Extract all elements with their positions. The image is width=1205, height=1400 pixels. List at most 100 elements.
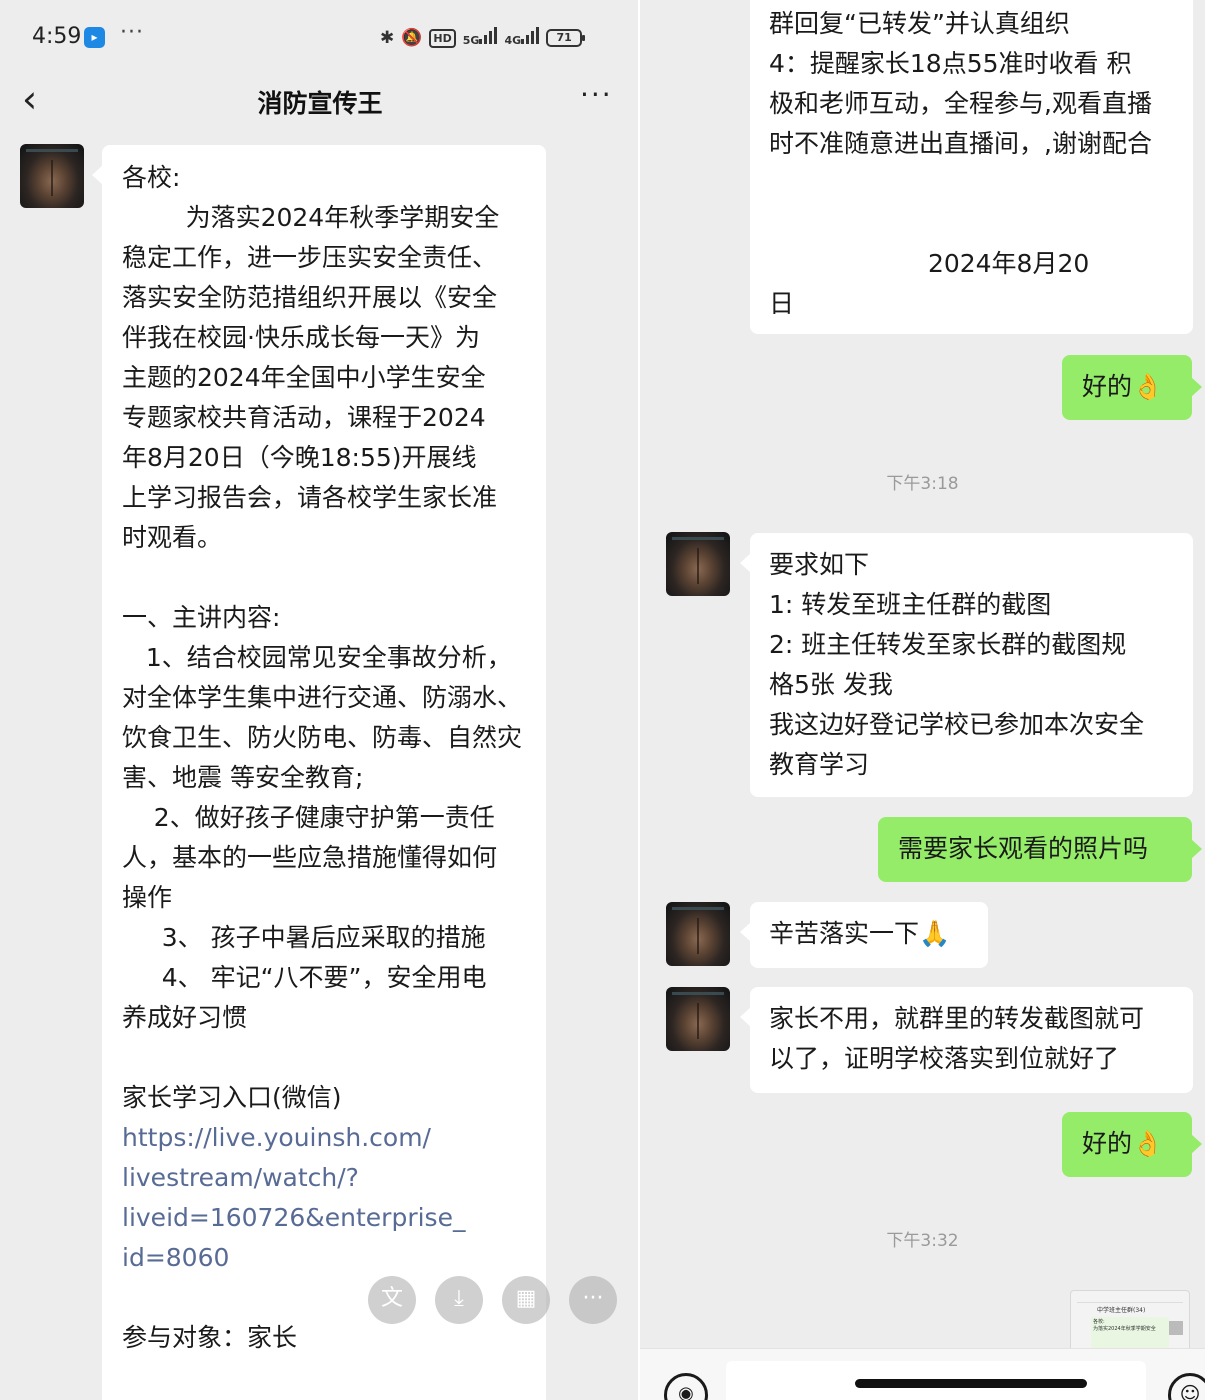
- question-bubble[interactable]: 需要家长观看的照片吗: [878, 817, 1202, 882]
- bluetooth-icon: ✱: [380, 28, 395, 48]
- requirement-line: 要求如下: [769, 550, 870, 579]
- notice-line: 日: [769, 289, 795, 318]
- notice-line: 各校:: [122, 163, 181, 192]
- notice-line: 年8月20日（今晚18:55)开展线: [122, 443, 477, 472]
- nav-bar: ‹ 消防宣传王 ···: [0, 76, 640, 126]
- notice-line: 为落实2024年秋季学期安全: [122, 203, 500, 232]
- grid-view-icon[interactable]: ▦: [502, 1276, 550, 1324]
- question-text: 需要家长观看的照片吗: [898, 834, 1149, 863]
- thumbnail-topbar: [1077, 1295, 1183, 1303]
- reply-ok-text: 好的👌: [1082, 1129, 1164, 1158]
- status-time: 4:59: [32, 24, 82, 49]
- notice-line: 4：提醒家长18点55准时收看 积: [769, 49, 1132, 78]
- notice-line: 稳定工作，进一步压实安全责任、: [122, 243, 498, 272]
- link-line[interactable]: id=8060: [122, 1238, 528, 1278]
- hd-icon: HD: [429, 28, 456, 48]
- notice-line: 1、结合校园常见安全事故分析，: [122, 643, 512, 672]
- reply-ok-text: 好的👌: [1082, 372, 1164, 401]
- link-line[interactable]: https://live.youinsh.com/: [122, 1118, 528, 1158]
- sender-avatar[interactable]: [666, 532, 730, 596]
- notice-line: 操作: [122, 883, 173, 912]
- requirements-text: 要求如下 1: 转发至班主任群的截图 2: 班主任转发至家长群的截图规 格5张 发我我…: [769, 545, 1179, 785]
- notice-line: 人，基本的一些应急措施懂得如何: [122, 843, 498, 872]
- notice-line: 群回复“已转发”并认真组织: [769, 9, 1070, 38]
- download-icon[interactable]: ⤓: [435, 1276, 483, 1324]
- requirement-line: 教育学习: [769, 750, 870, 779]
- requirement-line: 我这边好登记学校已参加本次安全: [769, 710, 1145, 739]
- 4g-label: 4G: [504, 34, 522, 47]
- right-chat-screenshot: 群回复“已转发”并认真组织 4：提醒家长18点55准时收看 积极和老师互动，全程参…: [640, 0, 1205, 1400]
- notification-dots: ···: [120, 20, 144, 45]
- requirement-line: 1: 转发至班主任群的截图: [769, 590, 1052, 619]
- thumbnail-header: 中学班主任群(34): [1097, 1307, 1146, 1314]
- notice-line: [122, 558, 528, 598]
- study-entry-link[interactable]: https://live.youinsh.com/livestream/watc…: [122, 1118, 528, 1278]
- notice-line: 时观看。: [122, 523, 223, 552]
- notice-line: 上学习报告会，请各校学生家长准: [122, 483, 498, 512]
- thumbnail-line: 各校:: [1093, 1319, 1105, 1325]
- notice-line: 极和老师互动，全程参与,观看直播: [769, 89, 1152, 118]
- home-indicator[interactable]: [855, 1379, 1087, 1388]
- requirement-line: 2: 班主任转发至家长群的截图规: [769, 630, 1127, 659]
- requirement-line: 格5张 发我: [769, 670, 893, 699]
- notice-line: [769, 164, 1175, 204]
- 4g-signal-icon: 4G: [504, 27, 540, 49]
- notice-line: 落实安全防范措组织开展以《安全: [122, 283, 498, 312]
- mute-icon: 🔕: [401, 28, 423, 48]
- notice-line: 主题的2024年全国中小学生安全: [122, 363, 486, 392]
- notice-line: 养成好习惯: [122, 1003, 248, 1032]
- notice-continued-text: 群回复“已转发”并认真组织 4：提醒家长18点55准时收看 积极和老师互动，全程参…: [769, 4, 1175, 324]
- status-bar: 4:59 ▸ ··· ✱ 🔕 HD 5G 4G 71: [0, 0, 640, 76]
- reply-ok-bubble[interactable]: 好的👌: [1062, 1112, 1202, 1177]
- more-options-icon[interactable]: ···: [580, 78, 613, 111]
- left-chat-screenshot: 4:59 ▸ ··· ✱ 🔕 HD 5G 4G 71 ‹ 消防宣传王 ··· 各…: [0, 0, 640, 1400]
- status-icons: ✱ 🔕 HD 5G 4G 71: [380, 25, 586, 51]
- link-line[interactable]: livestream/watch/?: [122, 1158, 528, 1198]
- sender-avatar[interactable]: [666, 902, 730, 966]
- battery-icon: 71: [546, 29, 586, 47]
- notice-continued-bubble[interactable]: 群回复“已转发”并认真组织 4：提醒家长18点55准时收看 积极和老师互动，全程参…: [750, 0, 1193, 334]
- notice-text: 各校: 为落实2024年秋季学期安全 稳定工作，进一步压实安全责任、 落实安全防范措…: [122, 158, 528, 1118]
- translate-icon[interactable]: 文: [368, 1276, 416, 1324]
- notice-line: 一、主讲内容:: [122, 603, 281, 632]
- timestamp: 下午3:32: [886, 1231, 959, 1251]
- notice-line: [769, 204, 1175, 244]
- notice-line: 2、做好孩子健康守护第一责任: [122, 803, 495, 832]
- requirements-bubble[interactable]: 要求如下 1: 转发至班主任群的截图 2: 班主任转发至家长群的截图规 格5张 发我我…: [740, 533, 1193, 797]
- answer-line: 以了，证明学校落实到位就好了: [769, 1044, 1120, 1073]
- input-bar: ◉ ☺: [640, 1348, 1205, 1400]
- answer-line: 家长不用，就群里的转发截图就可: [769, 1004, 1145, 1033]
- notice-line: 害、地震 等安全教育;: [122, 763, 364, 792]
- thanks-bubble[interactable]: 辛苦落实一下🙏: [740, 902, 988, 968]
- thanks-text: 辛苦落实一下🙏: [769, 919, 951, 948]
- more-actions-icon[interactable]: ···: [569, 1276, 617, 1324]
- 5g-label: 5G: [462, 34, 480, 47]
- notice-line: 专题家校共育活动，课程于2024: [122, 403, 486, 432]
- app-notification-icon: ▸: [84, 27, 105, 48]
- thumbnail-line: 为落实2024年秋季学期安全: [1093, 1326, 1156, 1332]
- notice-line: 伴我在校园·快乐成长每一天》为: [122, 323, 480, 352]
- notice-line: 饮食卫生、防火防电、防毒、自然灾: [122, 723, 523, 752]
- answer-bubble[interactable]: 家长不用，就群里的转发截图就可 以了，证明学校落实到位就好了: [740, 987, 1193, 1093]
- notice-line: 2024年8月20: [769, 249, 1090, 278]
- thumbnail-bubble: 各校: 为落实2024年秋季学期安全: [1091, 1317, 1169, 1351]
- link-line[interactable]: liveid=160726&enterprise_: [122, 1198, 528, 1238]
- reply-ok-bubble[interactable]: 好的👌: [1062, 355, 1202, 420]
- notice-line: 参与对象：家长: [122, 1323, 298, 1352]
- timestamp: 下午3:18: [886, 474, 959, 494]
- notice-line: [122, 1038, 528, 1078]
- sender-avatar[interactable]: [20, 144, 84, 208]
- 5g-signal-icon: 5G: [463, 27, 498, 49]
- emoji-icon[interactable]: ☺: [1168, 1373, 1205, 1400]
- voice-input-icon[interactable]: ◉: [664, 1373, 708, 1400]
- notice-line: 时不准随意进出直播间，,谢谢配合: [769, 129, 1152, 158]
- notice-line: 家长学习入口(微信): [122, 1083, 342, 1112]
- screenshot-image-thumbnail[interactable]: 中学班主任群(34) 各校: 为落实2024年秋季学期安全: [1070, 1290, 1190, 1352]
- notice-message-bubble[interactable]: 各校: 为落实2024年秋季学期安全 稳定工作，进一步压实安全责任、 落实安全防范措…: [92, 145, 546, 1400]
- chat-title: 消防宣传王: [257, 89, 383, 118]
- notice-line: 4、 牢记“八不要”，安全用电: [122, 963, 487, 992]
- notice-line: 3、 孩子中暑后应采取的措施: [122, 923, 486, 952]
- thumbnail-qr-icon: [1169, 1321, 1183, 1335]
- answer-text: 家长不用，就群里的转发截图就可 以了，证明学校落实到位就好了: [769, 999, 1179, 1079]
- sender-avatar[interactable]: [666, 987, 730, 1051]
